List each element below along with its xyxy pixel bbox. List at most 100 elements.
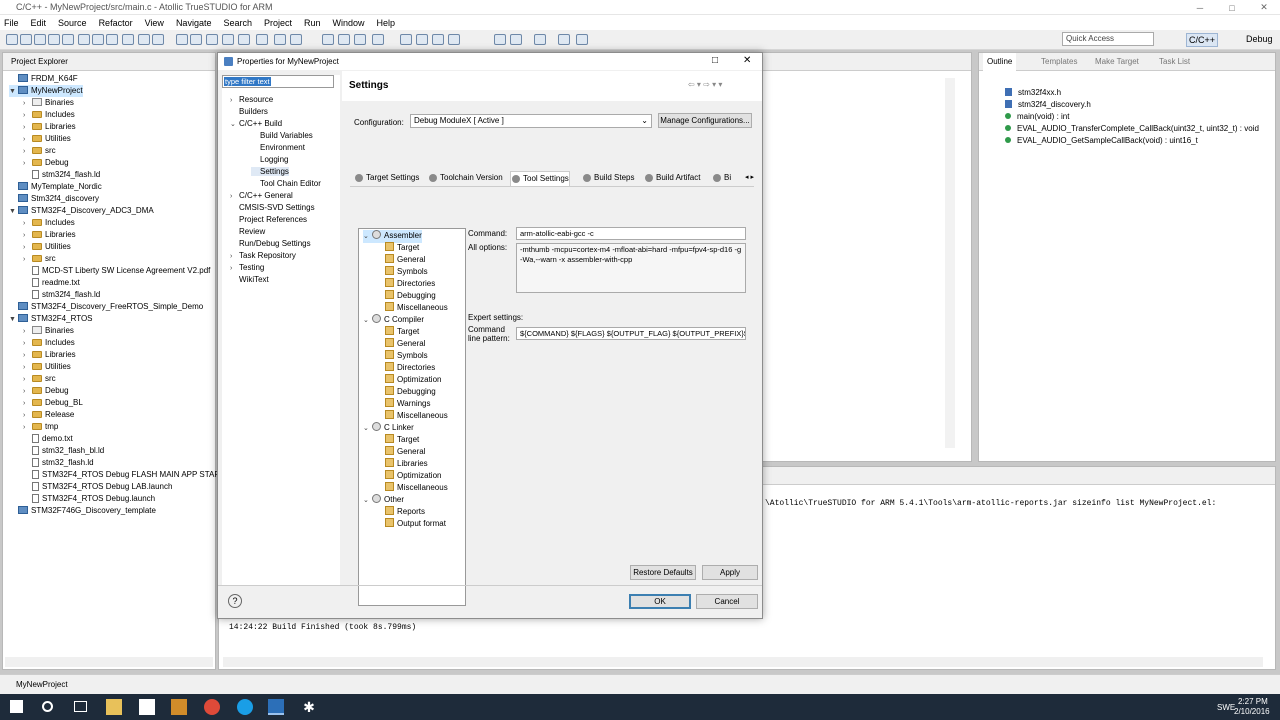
chevron-down-icon[interactable]: ⌄ (363, 495, 372, 507)
toolbar-button-icon[interactable] (106, 34, 118, 45)
menu-item-navigate[interactable]: Navigate (176, 18, 212, 28)
tool-tree-item[interactable]: Target (385, 434, 419, 446)
nav-item-cmsis-svd-settings[interactable]: CMSIS-SVD Settings (230, 203, 315, 212)
manage-configurations-button[interactable]: Manage Configurations... (658, 113, 752, 128)
menu-item-project[interactable]: Project (264, 18, 292, 28)
maximize-button[interactable]: □ (1216, 0, 1248, 15)
toolbar-button-icon[interactable] (138, 34, 150, 45)
chevron-down-icon[interactable]: ⌄ (363, 315, 372, 327)
tree-item[interactable]: › Includes (23, 109, 75, 121)
tree-item[interactable]: stm32f4_flash.ld (23, 289, 100, 301)
chevron-down-icon[interactable]: ⌄ (363, 423, 372, 435)
tool-tree-item[interactable]: Debugging (385, 386, 436, 398)
tool-tree-item[interactable]: General (385, 254, 425, 266)
chrome-icon[interactable] (204, 699, 220, 715)
clock-time[interactable]: 2:27 PM (1238, 697, 1268, 706)
menu-item-view[interactable]: View (145, 18, 164, 28)
toolbar-button-icon[interactable] (92, 34, 104, 45)
tool-tree-item[interactable]: Directories (385, 362, 435, 374)
tree-item[interactable]: STM32F746G_Discovery_template (9, 505, 156, 517)
toolbar-button-icon[interactable] (416, 34, 428, 45)
tab-bi[interactable]: Bi (712, 171, 731, 186)
tree-item[interactable]: readme.txt (23, 277, 80, 289)
tree-item[interactable]: FRDM_K64F (9, 73, 78, 85)
restore-defaults-button[interactable]: Restore Defaults (630, 565, 696, 580)
tree-item[interactable]: ▼ STM32F4_RTOS (9, 313, 93, 325)
tree-item[interactable]: › Libraries (23, 121, 76, 133)
store-icon[interactable] (139, 699, 155, 715)
tool-tree-item[interactable]: Warnings (385, 398, 431, 410)
toolbar-button-icon[interactable] (274, 34, 286, 45)
tree-item[interactable]: › Binaries (23, 325, 74, 337)
tree-item[interactable]: › Utilities (23, 361, 71, 373)
tree-item[interactable]: stm32f4_flash.ld (23, 169, 100, 181)
tree-item[interactable]: › Includes (23, 337, 75, 349)
console-hscrollbar[interactable] (223, 657, 1263, 667)
toolbar-button-icon[interactable] (494, 34, 506, 45)
tree-item[interactable]: MCD-ST Liberty SW License Agreement V2.p… (23, 265, 210, 277)
tree-item[interactable]: demo.txt (23, 433, 73, 445)
tree-item[interactable]: › Release (23, 409, 74, 421)
tool-tree-item[interactable]: Symbols (385, 266, 428, 278)
tree-item[interactable]: › Libraries (23, 349, 76, 361)
toolbar-button-icon[interactable] (510, 34, 522, 45)
toolbar-button-icon[interactable] (176, 34, 188, 45)
outline-item[interactable]: main(void) : int (1005, 111, 1069, 123)
nav-item-wikitext[interactable]: WikiText (230, 275, 269, 284)
tool-tree-item[interactable]: Target (385, 242, 419, 254)
snowflake-app-icon[interactable]: ✱ (301, 699, 317, 715)
tool-tree-item[interactable]: General (385, 338, 425, 350)
truestudio-icon[interactable] (268, 699, 284, 715)
tab-build-steps[interactable]: Build Steps (582, 171, 634, 186)
chevron-down-icon[interactable]: ⌄ (363, 231, 372, 243)
tab-toolchain-version[interactable]: Toolchain Version (428, 171, 503, 186)
project-explorer-tab[interactable]: Project Explorer (3, 53, 215, 71)
nav-item-logging[interactable]: Logging (251, 155, 288, 164)
clock-date[interactable]: 2/10/2016 (1234, 707, 1270, 716)
tree-item[interactable]: › Utilities (23, 241, 71, 253)
tree-item[interactable]: Stm32f4_discovery (9, 193, 99, 205)
windows-start-icon[interactable] (10, 700, 23, 713)
nav-item-c-c-general[interactable]: › C/C++ General (230, 191, 293, 200)
tool-tree-item[interactable]: Directories (385, 278, 435, 290)
all-options-textarea[interactable]: -mthumb -mcpu=cortex-m4 -mfloat-abi=hard… (516, 243, 746, 293)
nav-twisty-icon[interactable]: › (230, 265, 239, 272)
toolbar-button-icon[interactable] (78, 34, 90, 45)
toolbar-button-icon[interactable] (190, 34, 202, 45)
nav-item-c-c-build[interactable]: ⌄ C/C++ Build (230, 119, 282, 128)
toolbar-button-icon[interactable] (238, 34, 250, 45)
outline-item[interactable]: EVAL_AUDIO_GetSampleCallBack(void) : uin… (1005, 135, 1198, 147)
menu-item-edit[interactable]: Edit (31, 18, 47, 28)
minimize-button[interactable]: ─ (1184, 0, 1216, 15)
tree-item[interactable]: › Debug_BL (23, 397, 83, 409)
file-explorer-icon[interactable] (106, 699, 122, 715)
outline-tab-task-list[interactable]: Task List (1159, 53, 1190, 71)
nav-twisty-icon[interactable]: › (230, 193, 239, 200)
nav-item-run-debug-settings[interactable]: Run/Debug Settings (230, 239, 311, 248)
filter-input[interactable]: type filter text (222, 75, 334, 88)
ok-button[interactable]: OK (629, 594, 691, 609)
nav-item-review[interactable]: Review (230, 227, 265, 236)
tool-tree-item[interactable]: Target (385, 326, 419, 338)
tab-target-settings[interactable]: Target Settings (354, 171, 419, 186)
skype-icon[interactable] (237, 699, 253, 715)
editor-scrollbar[interactable] (945, 78, 955, 448)
toolbar-button-icon[interactable] (558, 34, 570, 45)
tree-twisty-icon[interactable]: ▼ (9, 314, 18, 326)
tool-tree-item[interactable]: Symbols (385, 350, 428, 362)
tree-item[interactable]: ▼ STM32F4_Discovery_ADC3_DMA (9, 205, 154, 217)
tree-item[interactable]: STM32F4_RTOS Debug LAB.launch (23, 481, 172, 493)
outline-tab-templates[interactable]: Templates (1041, 53, 1077, 71)
outline-tab-outline[interactable]: Outline (983, 53, 1017, 71)
toolbar-button-icon[interactable] (534, 34, 546, 45)
tree-item[interactable]: › Binaries (23, 97, 74, 109)
nav-item-testing[interactable]: › Testing (230, 263, 264, 272)
task-view-icon[interactable] (74, 701, 87, 712)
tool-tree-item[interactable]: Miscellaneous (385, 482, 448, 494)
toolbar-button-icon[interactable] (48, 34, 60, 45)
menu-item-file[interactable]: File (4, 18, 19, 28)
toolbar-button-icon[interactable] (222, 34, 234, 45)
tree-item[interactable]: STM32F4_Discovery_FreeRTOS_Simple_Demo (9, 301, 203, 313)
tree-item[interactable]: › Includes (23, 217, 75, 229)
nav-item-task-repository[interactable]: › Task Repository (230, 251, 296, 260)
